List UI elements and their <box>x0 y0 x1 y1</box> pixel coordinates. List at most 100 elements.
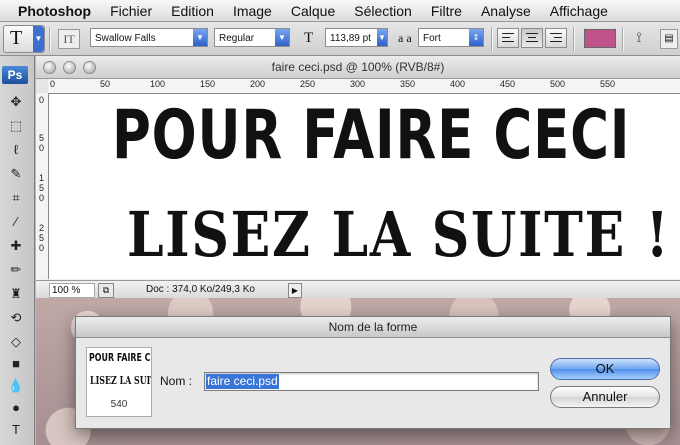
cancel-button[interactable]: Annuler <box>550 386 660 408</box>
thumbnail-text-line-2: LISEZ LA SUITE ! <box>90 374 151 387</box>
quick-selection-tool-icon[interactable]: ✎ <box>5 164 27 184</box>
ruler-label: 0 <box>39 243 45 253</box>
ruler-label: 450 <box>500 79 516 89</box>
zoom-window-icon[interactable] <box>83 61 96 74</box>
ruler-label: 550 <box>600 79 616 89</box>
document-size-info: Doc : 374,0 Ko/249,3 Ko <box>146 284 255 295</box>
brush-tool-icon[interactable]: ✏ <box>5 260 27 280</box>
shape-name-value: faire ceci.psd <box>206 374 279 389</box>
divider <box>573 27 575 51</box>
character-panel-icon[interactable]: ▤ <box>660 29 678 49</box>
antialias-select[interactable]: Fort ⇕ <box>418 28 484 47</box>
toolbox: Ps ✥ ⬚ ℓ ✎ ⌗ ⁄ ✚ ✏ ♜ ⟲ ◇ ■ 💧 ● T <box>0 56 35 445</box>
ruler-label: 5 <box>39 183 45 193</box>
chevron-down-icon: ▼ <box>193 29 207 46</box>
align-right-button[interactable] <box>545 28 567 48</box>
ruler-label: 400 <box>450 79 466 89</box>
horizontal-ruler[interactable]: 0 50 100 150 200 250 300 350 400 450 500… <box>48 79 680 94</box>
font-style-select[interactable]: Regular ▼ <box>214 28 290 47</box>
crop-tool-icon[interactable]: ⌗ <box>5 188 27 208</box>
document-canvas[interactable]: POUR FAIRE CECI LISEZ LA SUITE ! <box>49 94 680 279</box>
marquee-tool-icon[interactable]: ⬚ <box>5 116 27 136</box>
chevron-down-icon: ▼ <box>377 29 387 46</box>
chevron-up-down-icon: ⇕ <box>469 29 483 46</box>
font-family-select[interactable]: Swallow Falls ▼ <box>90 28 208 47</box>
menu-bar: Photoshop Fichier Edition Image Calque S… <box>0 0 680 22</box>
shape-name-dialog: Nom de la forme POUR FAIRE CECI LISEZ LA… <box>75 316 671 429</box>
document-status-bar: 100 % ⧉ Doc : 374,0 Ko/249,3 Ko ▶ <box>36 280 680 299</box>
menu-selection[interactable]: Sélection <box>354 3 412 19</box>
font-size-select[interactable]: 113,89 pt ▼ <box>325 28 388 47</box>
align-left-button[interactable] <box>497 28 519 48</box>
ruler-label: 250 <box>300 79 316 89</box>
menu-analyse[interactable]: Analyse <box>481 3 531 19</box>
name-label: Nom : <box>160 374 193 388</box>
thumbnail-size: 540 <box>110 399 128 410</box>
dialog-title: Nom de la forme <box>76 317 670 338</box>
ruler-label: 500 <box>550 79 566 89</box>
ruler-label: 0 <box>39 143 45 153</box>
menu-edition[interactable]: Edition <box>171 3 214 19</box>
menu-calque[interactable]: Calque <box>291 3 335 19</box>
warp-text-icon[interactable]: ⟟ <box>630 29 648 47</box>
thumbnail-text-line-1: POUR FAIRE CECI <box>89 351 151 364</box>
minimize-window-icon[interactable] <box>63 61 76 74</box>
menu-photoshop[interactable]: Photoshop <box>18 3 91 19</box>
type-tool-icon: T <box>10 27 23 49</box>
canvas-text-line-1: POUR FAIRE CECI <box>112 96 631 175</box>
vertical-ruler[interactable]: 0 5 0 1 5 0 2 5 0 <box>36 93 49 279</box>
ruler-label: 100 <box>150 79 166 89</box>
lasso-tool-icon[interactable]: ℓ <box>5 140 27 160</box>
photoshop-logo: Ps <box>2 66 28 84</box>
align-center-button[interactable] <box>521 28 543 48</box>
font-size-value: 113,89 pt <box>330 33 371 44</box>
ruler-label: 50 <box>100 79 111 89</box>
clone-stamp-tool-icon[interactable]: ♜ <box>5 284 27 304</box>
ruler-label: 5 <box>39 233 45 243</box>
ruler-label: 0 <box>50 79 56 89</box>
document-title: faire ceci.psd @ 100% (RVB/8#) <box>271 60 445 74</box>
ruler-label: 1 <box>39 173 45 183</box>
status-info-icon[interactable]: ⧉ <box>98 283 114 298</box>
text-orientation-toggle-icon[interactable]: IT <box>58 29 80 49</box>
text-color-swatch[interactable] <box>584 29 616 48</box>
move-tool-icon[interactable]: ✥ <box>5 92 27 112</box>
blur-tool-icon[interactable]: 💧 <box>5 376 27 396</box>
chevron-down-icon: ▼ <box>33 26 44 52</box>
divider <box>491 27 493 51</box>
divider <box>622 27 624 51</box>
ruler-label: 2 <box>39 223 45 233</box>
close-window-icon[interactable] <box>43 61 56 74</box>
type-tool-icon[interactable]: T <box>5 420 27 440</box>
document-title-bar: faire ceci.psd @ 100% (RVB/8#) <box>36 56 680 79</box>
eyedropper-tool-icon[interactable]: ⁄ <box>5 212 27 232</box>
options-bar: T ▼ IT Swallow Falls ▼ Regular ▼ T 113,8… <box>0 22 680 56</box>
healing-brush-tool-icon[interactable]: ✚ <box>5 236 27 256</box>
zoom-level-field[interactable]: 100 % <box>49 283 95 298</box>
eraser-tool-icon[interactable]: ◇ <box>5 332 27 352</box>
ruler-label: 5 <box>39 133 45 143</box>
shape-thumbnail: POUR FAIRE CECI LISEZ LA SUITE ! 540 <box>86 347 152 417</box>
ruler-label: 300 <box>350 79 366 89</box>
history-brush-tool-icon[interactable]: ⟲ <box>5 308 27 328</box>
dodge-tool-icon[interactable]: ● <box>5 398 27 418</box>
font-size-icon: T <box>304 30 314 46</box>
menu-filtre[interactable]: Filtre <box>431 3 462 19</box>
ok-button[interactable]: OK <box>550 358 660 380</box>
shape-name-input[interactable]: faire ceci.psd <box>204 372 539 391</box>
menu-affichage[interactable]: Affichage <box>550 3 608 19</box>
font-style-value: Regular <box>219 33 255 44</box>
menu-fichier[interactable]: Fichier <box>110 3 152 19</box>
chevron-down-icon: ▼ <box>275 29 289 46</box>
ruler-label: 0 <box>39 95 45 105</box>
status-menu-arrow-icon[interactable]: ▶ <box>288 283 302 298</box>
antialias-value: Fort <box>423 33 441 44</box>
tool-preset-picker[interactable]: T ▼ <box>3 25 45 53</box>
divider <box>49 27 51 51</box>
ruler-label: 0 <box>39 193 45 203</box>
antialias-icon: a a <box>398 31 412 45</box>
gradient-tool-icon[interactable]: ■ <box>5 354 27 374</box>
menu-image[interactable]: Image <box>233 3 272 19</box>
document-window: faire ceci.psd @ 100% (RVB/8#) 0 50 100 … <box>36 56 680 299</box>
ruler-label: 200 <box>250 79 266 89</box>
